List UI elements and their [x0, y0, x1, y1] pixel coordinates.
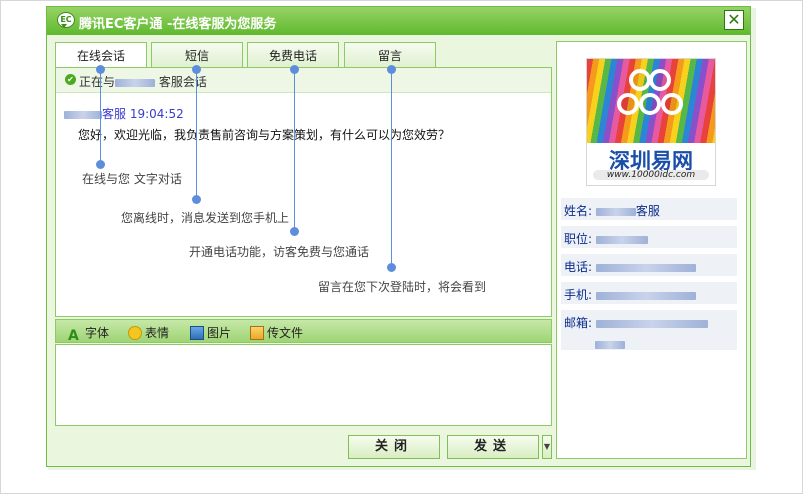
- message-time: 19:04:52: [129, 107, 184, 121]
- font-button[interactable]: A 字体: [68, 324, 110, 344]
- redacted-agent-name: [115, 78, 156, 87]
- message-header: 客服 19:04:52: [64, 105, 184, 122]
- logo-ring-icon: [649, 69, 671, 91]
- font-label: 字体: [85, 326, 110, 340]
- field-position: 职位:: [561, 226, 737, 248]
- callout-dot: [192, 195, 201, 204]
- callout-dot: [290, 227, 299, 236]
- field-name-label: 姓名:: [564, 204, 593, 218]
- callout-dot: [387, 263, 396, 272]
- redacted-email: [595, 319, 708, 328]
- close-window-button[interactable]: ✕: [724, 10, 744, 30]
- sender-suffix: 客服: [102, 107, 127, 121]
- callout-dot: [387, 65, 396, 74]
- image-button[interactable]: 图片: [190, 324, 231, 341]
- emoji-label: 表情: [145, 326, 170, 340]
- smiley-icon: [128, 326, 142, 340]
- field-name-value: 客服: [635, 204, 660, 218]
- annotation-phone: 开通电话功能，访客免费与您通话: [189, 245, 370, 259]
- window-title: 腾讯EC客户通 -在线客服为您服务: [79, 17, 277, 32]
- redacted-phone: [595, 263, 696, 272]
- message-input[interactable]: [55, 344, 552, 426]
- close-button[interactable]: 关闭: [348, 435, 440, 459]
- field-email-label: 邮箱:: [564, 316, 593, 330]
- status-prefix: 正在与: [79, 75, 116, 89]
- emoji-button[interactable]: 表情: [128, 324, 169, 341]
- callout-line-phone: [294, 69, 295, 232]
- field-position-label: 职位:: [564, 232, 593, 246]
- input-toolbar: A 字体 表情 图片 传文件: [55, 319, 552, 344]
- logo-ring-icon: [617, 93, 639, 115]
- agent-info-panel: 深圳易网 www.10000idc.com 姓名: 客服 职位: 电话: 手机:…: [556, 41, 747, 459]
- logo-ring-icon: [661, 93, 683, 115]
- field-mobile-label: 手机:: [564, 288, 593, 302]
- picture-icon: [190, 326, 204, 340]
- font-icon: A: [68, 328, 79, 344]
- online-check-icon: ✔: [65, 74, 76, 85]
- annotation-chat: 在线与您 文字对话: [82, 172, 182, 186]
- redacted-sender-name: [64, 110, 102, 119]
- title-bar[interactable]: EC 腾讯EC客户通 -在线客服为您服务 ✕: [47, 7, 750, 35]
- callout-line-chat: [100, 69, 101, 165]
- logo-ring-icon: [639, 93, 661, 115]
- field-phone: 电话:: [561, 254, 737, 276]
- logo-url: www.10000idc.com: [593, 170, 709, 180]
- image-label: 图片: [207, 326, 232, 340]
- company-logo: 深圳易网 www.10000idc.com: [586, 58, 716, 186]
- redacted-mobile: [595, 291, 696, 300]
- callout-line-sms: [196, 69, 197, 200]
- send-file-button[interactable]: 传文件: [250, 324, 303, 341]
- field-email: 邮箱:: [561, 310, 737, 350]
- session-status-bar: ✔ 正在与 客服会话: [56, 68, 551, 93]
- redacted-email-cont: [595, 340, 625, 349]
- send-file-label: 传文件: [267, 326, 304, 340]
- callout-dot: [192, 65, 201, 74]
- ec-logo-icon: EC: [57, 12, 75, 28]
- redacted-position: [595, 235, 648, 244]
- message-text: 您好，欢迎光临，我负责售前咨询与方案策划，有什么可以为您效劳？: [78, 128, 451, 142]
- redacted-name: [595, 207, 636, 216]
- file-icon: [250, 326, 264, 340]
- send-button[interactable]: 发送: [447, 435, 539, 459]
- session-status: 正在与 客服会话: [79, 73, 207, 90]
- callout-line-message: [391, 69, 392, 268]
- chat-window: EC 腾讯EC客户通 -在线客服为您服务 ✕ 在线会话 短信 免费电话 留言 ✔…: [46, 6, 751, 467]
- annotation-sms: 您离线时，消息发送到您手机上: [121, 211, 290, 225]
- field-phone-label: 电话:: [564, 260, 593, 274]
- send-options-arrow[interactable]: ▼: [542, 435, 552, 459]
- field-name: 姓名: 客服: [561, 198, 737, 220]
- status-suffix: 客服会话: [158, 75, 207, 89]
- logo-ring-icon: [629, 69, 651, 91]
- callout-dot: [96, 65, 105, 74]
- annotation-message: 留言在您下次登陆时，将会看到: [318, 280, 487, 294]
- field-mobile: 手机:: [561, 282, 737, 304]
- callout-dot: [290, 65, 299, 74]
- callout-dot: [96, 160, 105, 169]
